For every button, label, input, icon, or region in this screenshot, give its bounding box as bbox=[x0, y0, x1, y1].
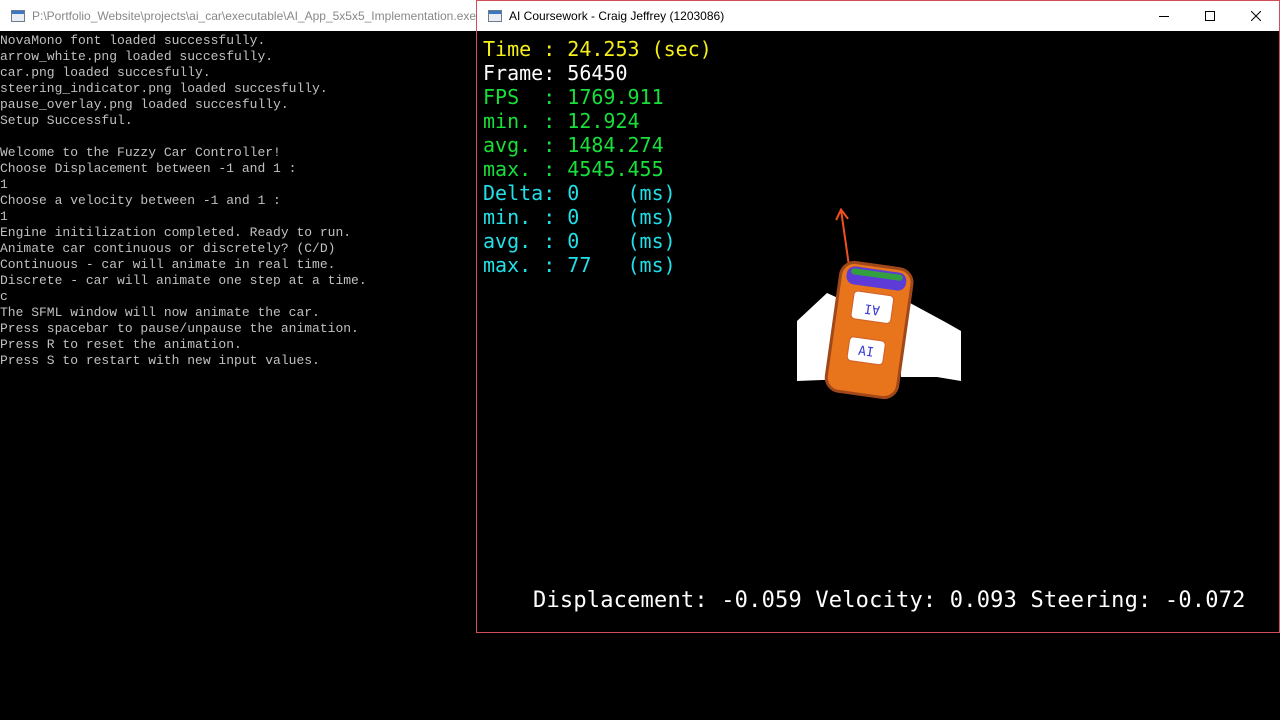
console-line: pause_overlay.png loaded succesfully. bbox=[0, 97, 289, 112]
stat-line: Delta: 0 (ms) bbox=[483, 181, 676, 205]
console-line: Press S to restart with new input values… bbox=[0, 353, 320, 368]
console-line: Choose a velocity between -1 and 1 : bbox=[0, 193, 281, 208]
render-canvas[interactable]: Time : 24.253 (sec) Frame: 56450 FPS : 176… bbox=[477, 31, 1279, 632]
console-line: NovaMono font loaded successfully. bbox=[0, 33, 266, 48]
sfml-titlebar[interactable]: AI Coursework - Craig Jeffrey (1203086) bbox=[477, 1, 1279, 31]
console-line: Press spacebar to pause/unpause the anim… bbox=[0, 321, 359, 336]
console-line: car.png loaded succesfully. bbox=[0, 65, 211, 80]
console-line: arrow_white.png loaded succesfully. bbox=[0, 49, 274, 64]
console-line: Welcome to the Fuzzy Car Controller! bbox=[0, 145, 281, 160]
stat-line: avg. : 0 (ms) bbox=[483, 229, 676, 253]
car-hood-label: AI bbox=[857, 344, 875, 361]
console-line: Continuous - car will animate in real ti… bbox=[0, 257, 336, 272]
maximize-icon bbox=[1205, 11, 1215, 21]
console-line: steering_indicator.png loaded succesfull… bbox=[0, 81, 328, 96]
car-scene: AI AI bbox=[797, 207, 961, 400]
console-app-icon bbox=[11, 9, 25, 22]
console-line: 1 bbox=[0, 209, 8, 224]
stat-line: FPS : 1769.911 bbox=[483, 85, 664, 109]
stat-line: min. : 0 (ms) bbox=[483, 205, 676, 229]
console-line: Choose Displacement between -1 and 1 : bbox=[0, 161, 297, 176]
console-line: 1 bbox=[0, 177, 8, 192]
console-window: P:\Portfolio_Website\projects\ai_car\exe… bbox=[0, 0, 476, 720]
maximize-button[interactable] bbox=[1187, 1, 1233, 31]
console-line: Press R to reset the animation. bbox=[0, 337, 242, 352]
stat-line: avg. : 1484.274 bbox=[483, 133, 664, 157]
performance-stats: Time : 24.253 (sec) Frame: 56450 FPS : 176… bbox=[483, 37, 712, 277]
car-roof-label: AI bbox=[863, 300, 881, 317]
sfml-app-icon bbox=[488, 10, 502, 22]
console-title: P:\Portfolio_Website\projects\ai_car\exe… bbox=[32, 8, 476, 23]
console-output[interactable]: NovaMono font loaded successfully. arrow_… bbox=[0, 33, 476, 369]
close-button[interactable] bbox=[1233, 1, 1279, 31]
minimize-icon bbox=[1159, 16, 1169, 17]
console-line: Setup Successful. bbox=[0, 113, 133, 128]
minimize-button[interactable] bbox=[1141, 1, 1187, 31]
console-line: The SFML window will now animate the car… bbox=[0, 305, 320, 320]
sfml-window-title: AI Coursework - Craig Jeffrey (1203086) bbox=[509, 9, 725, 23]
stat-line: Time : 24.253 (sec) bbox=[483, 37, 712, 61]
console-titlebar[interactable]: P:\Portfolio_Website\projects\ai_car\exe… bbox=[0, 0, 476, 31]
status-readout: Displacement: -0.059 Velocity: 0.093 Ste… bbox=[533, 588, 1246, 613]
stat-line: Frame: 56450 bbox=[483, 61, 628, 85]
direction-arrow bbox=[835, 207, 850, 267]
car: AI AI bbox=[824, 260, 914, 400]
stat-line: max. : 4545.455 bbox=[483, 157, 664, 181]
stat-line: min. : 12.924 bbox=[483, 109, 640, 133]
console-line: c bbox=[0, 289, 8, 304]
console-line: Animate car continuous or discretely? (C… bbox=[0, 241, 336, 256]
stat-line: max. : 77 (ms) bbox=[483, 253, 676, 277]
close-icon bbox=[1251, 11, 1261, 21]
console-line: Engine initilization completed. Ready to… bbox=[0, 225, 352, 240]
console-line: Discrete - car will animate one step at … bbox=[0, 273, 367, 288]
sfml-window: AI Coursework - Craig Jeffrey (1203086) … bbox=[476, 0, 1280, 633]
